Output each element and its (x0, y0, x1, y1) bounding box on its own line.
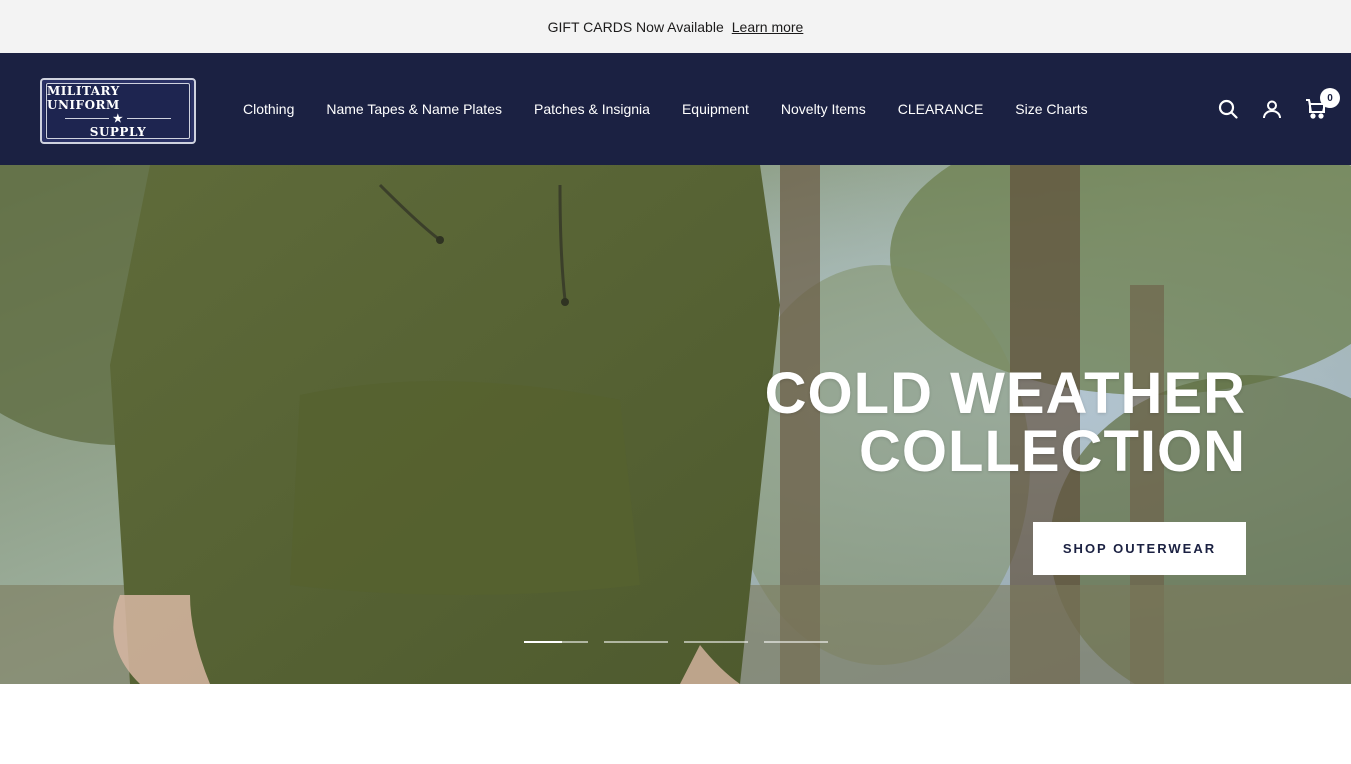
logo-line-2: SUPPLY (89, 124, 147, 139)
nav-patches-insignia[interactable]: Patches & Insignia (534, 101, 650, 117)
announcement-bar: GIFT CARDS Now Available Learn more (0, 0, 1351, 53)
user-icon[interactable] (1261, 98, 1283, 120)
nav-name-tapes[interactable]: Name Tapes & Name Plates (326, 101, 502, 117)
logo-frame: MILITARY UNIFORM ★ SUPPLY (46, 83, 190, 139)
page-content-area (0, 684, 1351, 764)
announcement-text: GIFT CARDS Now Available (547, 18, 724, 35)
hero-slideshow: COLD WEATHER COLLECTION SHOP OUTERWEAR (0, 165, 1351, 684)
slide-dot-4[interactable] (764, 641, 828, 643)
cart-icon[interactable]: 0 (1305, 88, 1340, 120)
nav-equipment[interactable]: Equipment (682, 101, 749, 117)
hero-title-line-1: COLD WEATHER (764, 361, 1246, 426)
slide-dot-2[interactable] (604, 641, 668, 643)
logo-line-1: MILITARY UNIFORM (47, 83, 120, 112)
main-nav: Clothing Name Tapes & Name Plates Patche… (243, 53, 1088, 165)
header-icons: 0 (1217, 53, 1340, 165)
store-logo[interactable]: MILITARY UNIFORM ★ SUPPLY (40, 78, 196, 144)
hero-title: COLD WEATHER COLLECTION (765, 365, 1246, 481)
learn-more-link[interactable]: Learn more (732, 19, 804, 35)
logo-star-row: ★ (64, 111, 172, 125)
hero-title-line-2: COLLECTION (859, 419, 1246, 484)
star-icon: ★ (112, 111, 124, 125)
nav-clothing[interactable]: Clothing (243, 101, 294, 117)
slideshow-dots (524, 641, 828, 643)
site-header: MILITARY UNIFORM ★ SUPPLY Clothing Name … (0, 53, 1351, 165)
nav-size-charts[interactable]: Size Charts (1015, 101, 1087, 117)
nav-novelty-items[interactable]: Novelty Items (781, 101, 866, 117)
nav-clearance[interactable]: CLEARANCE (898, 101, 984, 117)
cart-count-badge: 0 (1320, 88, 1340, 108)
search-icon[interactable] (1217, 98, 1239, 120)
slide-dot-3[interactable] (684, 641, 748, 643)
shop-outerwear-button[interactable]: SHOP OUTERWEAR (1033, 522, 1246, 575)
slide-dot-1[interactable] (524, 641, 588, 643)
